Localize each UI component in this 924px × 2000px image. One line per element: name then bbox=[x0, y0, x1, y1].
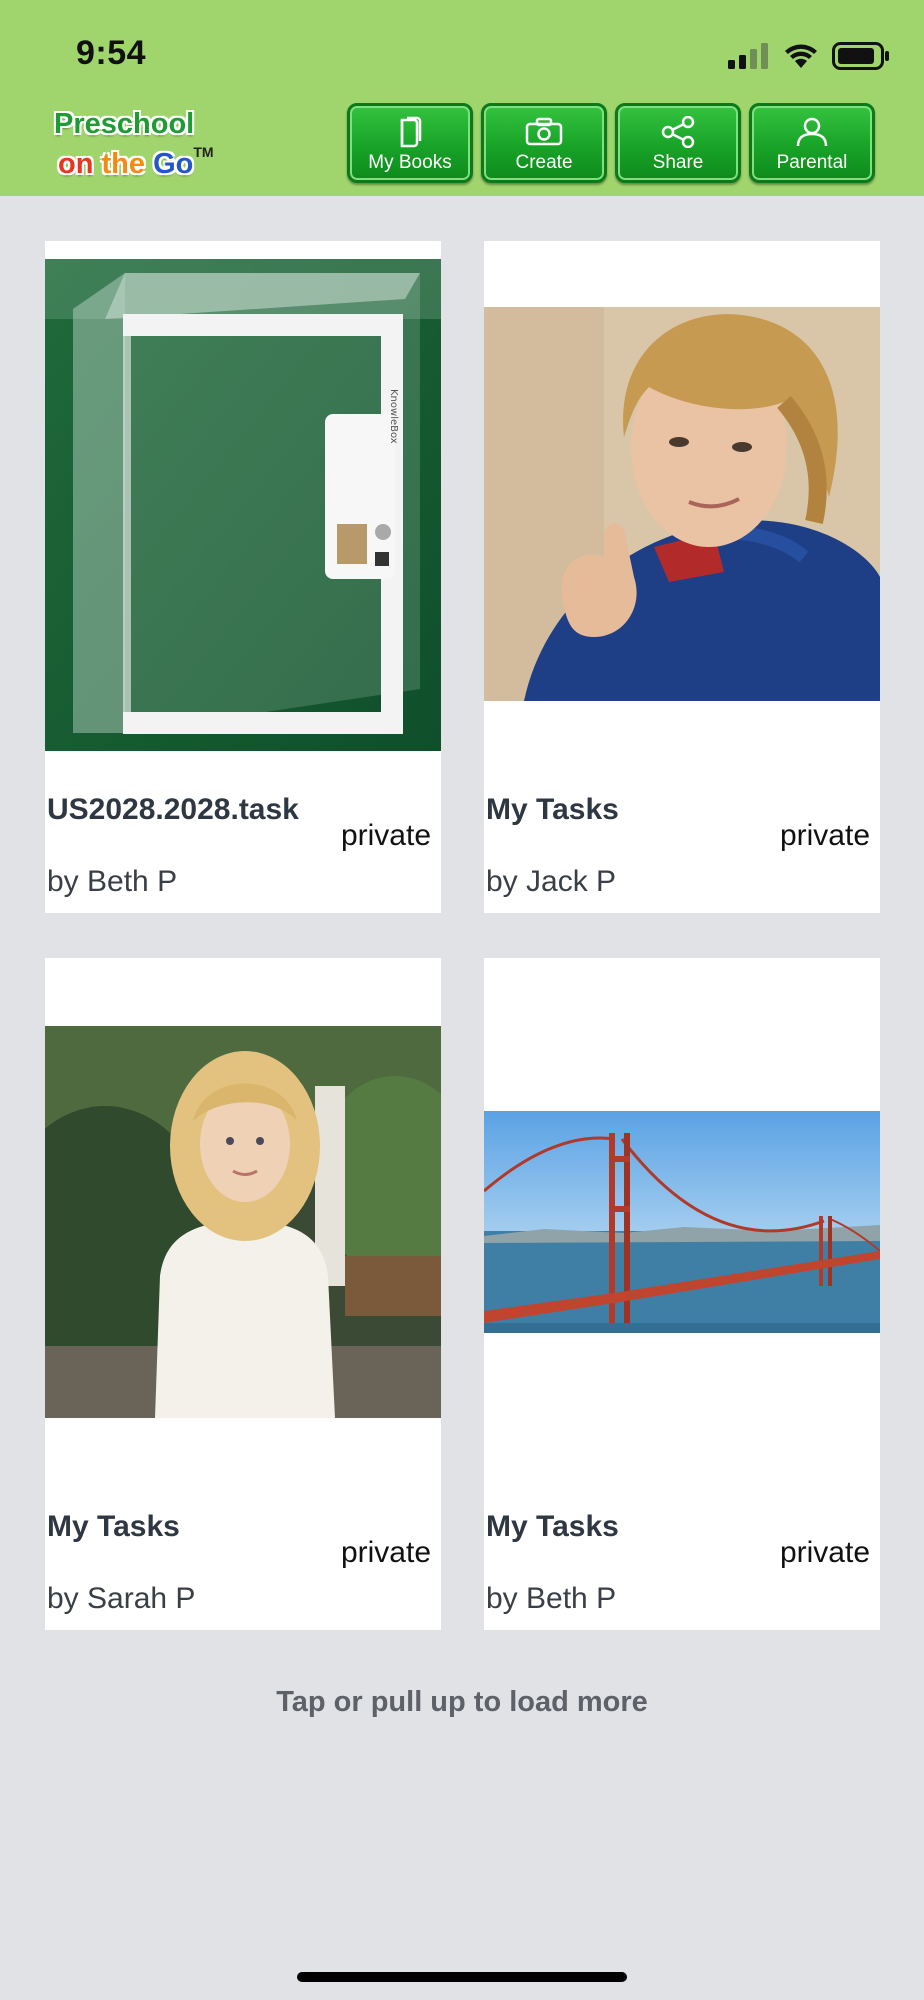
card-privacy: private bbox=[779, 819, 870, 852]
card-title: My Tasks bbox=[486, 793, 619, 826]
home-indicator[interactable] bbox=[297, 1972, 627, 1982]
app-logo: Preschool on the GoTM bbox=[54, 108, 254, 184]
logo-tagline: on the GoTM bbox=[58, 144, 214, 180]
create-button[interactable]: Create bbox=[481, 103, 607, 183]
svg-text:KnowleBox: KnowleBox bbox=[388, 389, 399, 444]
girl-garden-photo bbox=[45, 1026, 441, 1418]
acrylic-box-photo: KnowleBox bbox=[45, 259, 441, 751]
cellular-signal-icon bbox=[728, 43, 768, 69]
card-author: by Sarah P bbox=[47, 1582, 196, 1615]
status-icons bbox=[728, 38, 890, 74]
golden-gate-bridge-photo bbox=[484, 1111, 880, 1333]
card-privacy: private bbox=[340, 1536, 431, 1569]
card-title: My Tasks bbox=[47, 1510, 180, 1543]
camera-icon bbox=[525, 117, 563, 146]
my-books-label: My Books bbox=[368, 152, 452, 173]
card-title: My Tasks bbox=[486, 1510, 619, 1543]
book-icon bbox=[400, 116, 422, 148]
my-books-button[interactable]: My Books bbox=[347, 103, 473, 183]
card-author: by Beth P bbox=[486, 1582, 617, 1615]
parental-button[interactable]: Parental bbox=[749, 103, 875, 183]
card-author: by Jack P bbox=[486, 865, 617, 898]
card-privacy: private bbox=[779, 1536, 870, 1569]
share-icon bbox=[661, 116, 695, 148]
logo-preschool: Preschool bbox=[54, 108, 195, 140]
load-more-button[interactable]: Tap or pull up to load more bbox=[0, 1686, 924, 1719]
book-card[interactable]: My Tasks private by Sarah P bbox=[45, 958, 441, 1630]
share-label: Share bbox=[652, 152, 704, 173]
wifi-icon bbox=[785, 44, 817, 68]
create-label: Create bbox=[515, 152, 573, 173]
boy-thumbs-up-photo bbox=[484, 307, 880, 701]
card-author: by Beth P bbox=[47, 865, 178, 898]
app-header: 9:54 Preschool on the GoTM My Books Crea… bbox=[0, 0, 924, 196]
parental-label: Parental bbox=[776, 152, 848, 173]
person-icon bbox=[796, 117, 828, 147]
book-card[interactable]: KnowleBox US2028.2028.task private by Be… bbox=[45, 241, 441, 913]
card-title: US2028.2028.task bbox=[47, 793, 299, 826]
share-button[interactable]: Share bbox=[615, 103, 741, 183]
battery-icon bbox=[832, 42, 889, 70]
book-card[interactable]: My Tasks private by Jack P bbox=[484, 241, 880, 913]
book-card[interactable]: My Tasks private by Beth P bbox=[484, 958, 880, 1630]
card-privacy: private bbox=[340, 819, 431, 852]
status-time: 9:54 bbox=[76, 34, 147, 72]
